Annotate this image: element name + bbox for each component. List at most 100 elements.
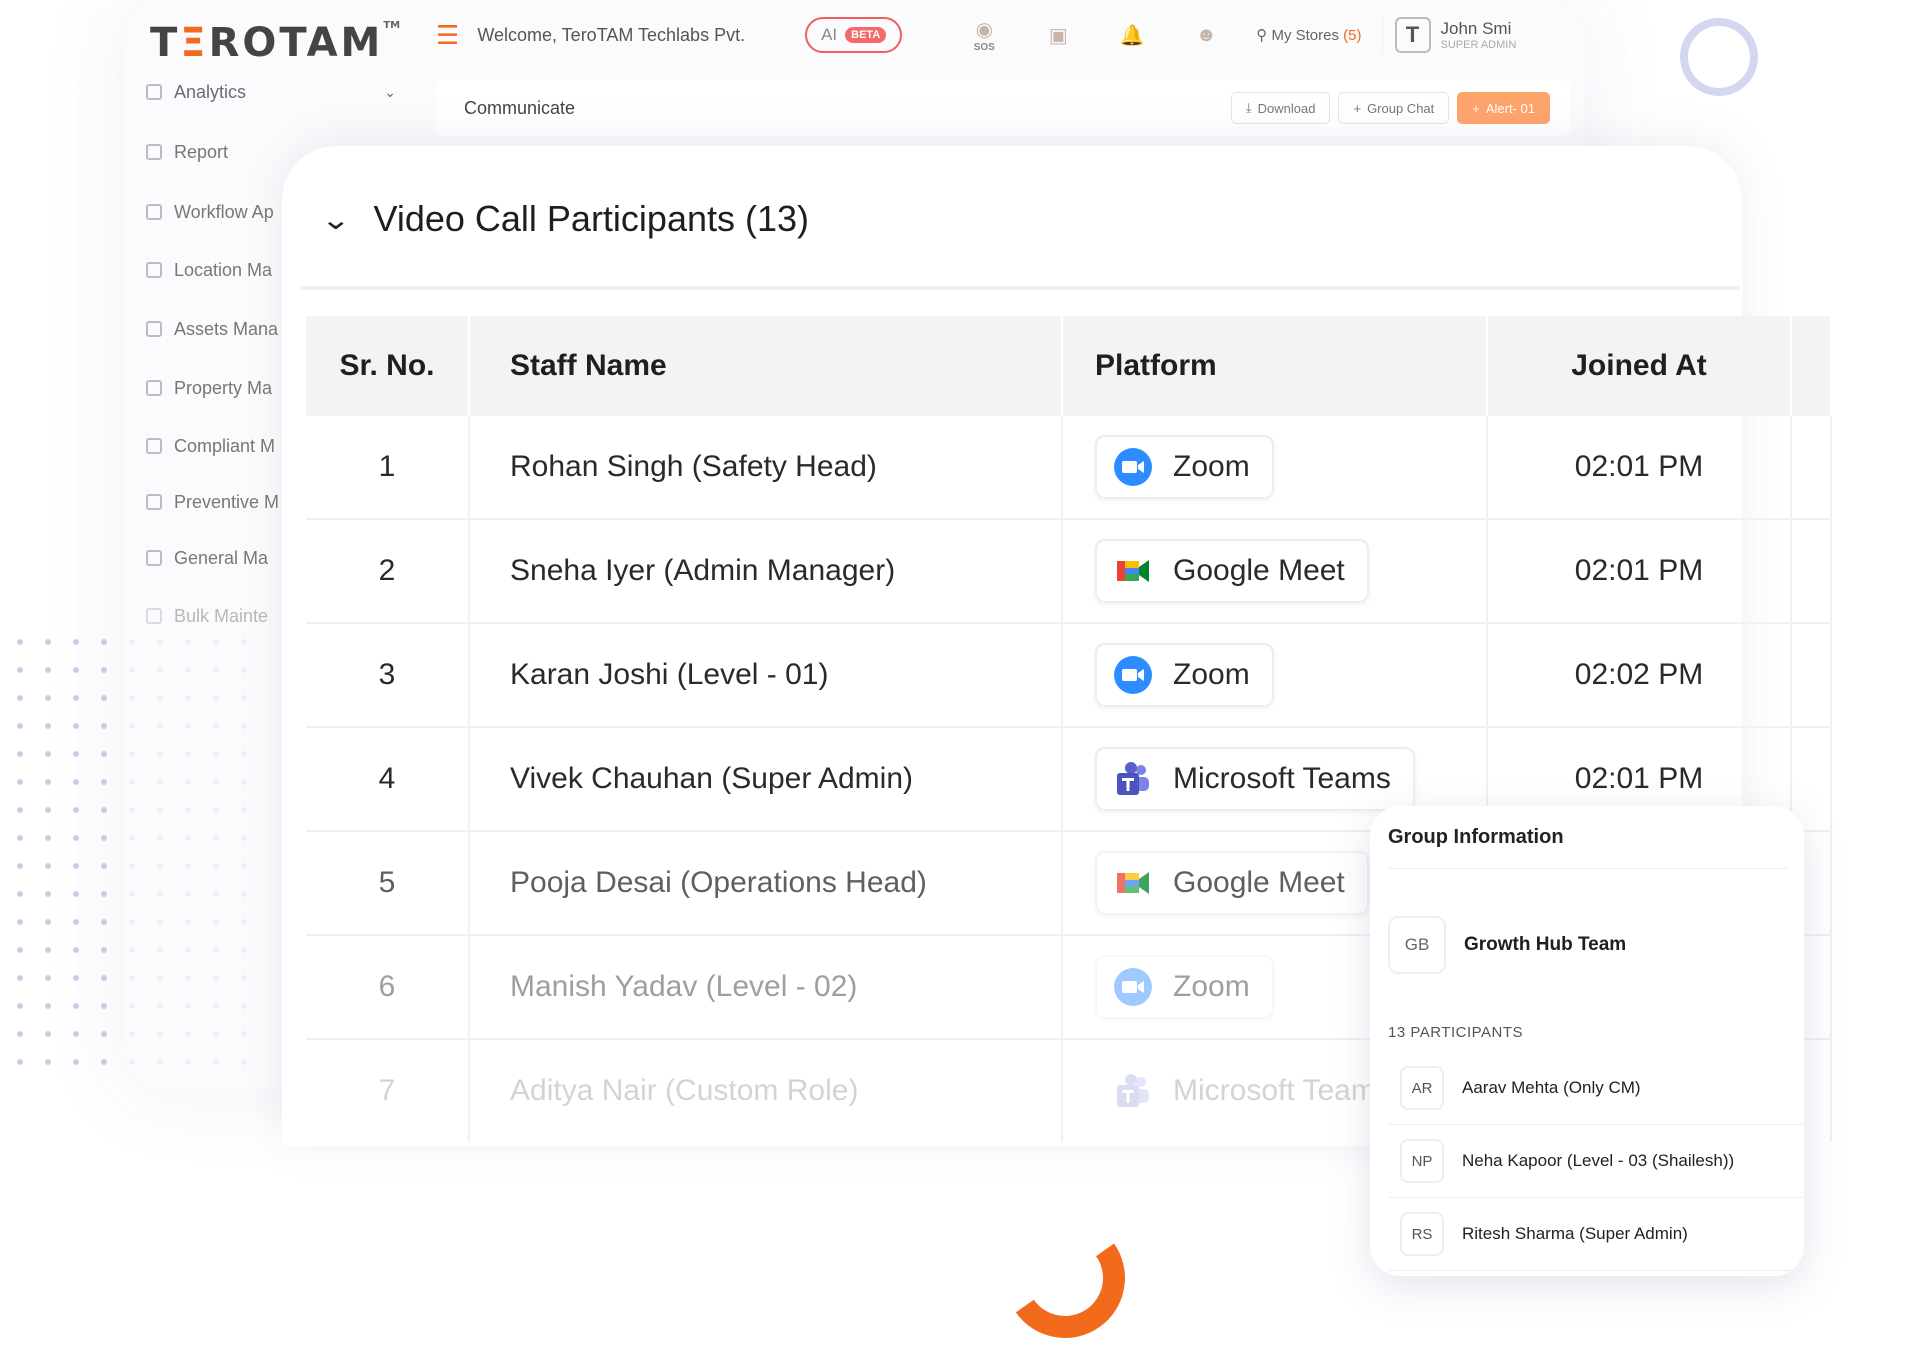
ai-beta-button[interactable]: AI BETA: [805, 17, 903, 53]
platform-chip: Microsoft Teams: [1095, 747, 1415, 811]
assets-icon: [146, 321, 162, 337]
sidebar-item-compliant[interactable]: Compliant M: [146, 432, 286, 460]
staff-name-cell: Rohan Singh (Safety Head): [469, 416, 1063, 520]
staff-name-cell: Sneha Iyer (Admin Manager): [469, 519, 1063, 624]
sidebar-item-report[interactable]: Report: [146, 138, 286, 166]
download-button[interactable]: ⤓ Download: [1230, 92, 1331, 124]
compliance-icon: [146, 438, 162, 454]
column-header-joined-at[interactable]: Joined At: [1487, 316, 1792, 416]
platform-chip: Google Meet: [1095, 851, 1369, 915]
platform-cell: Zoom: [1062, 416, 1488, 520]
avatar: NP: [1400, 1139, 1444, 1183]
list-item[interactable]: NP Neha Kapoor (Level - 03 (Shailesh)): [1388, 1125, 1804, 1198]
bulk-icon: [146, 608, 162, 624]
sidebar-item-preventive[interactable]: Preventive M: [146, 488, 286, 516]
participant-name: Neha Kapoor (Level - 03 (Shailesh)): [1462, 1151, 1735, 1170]
platform-chip: Microsoft Teams: [1095, 1059, 1415, 1123]
staff-name-cell: Aditya Nair (Custom Role): [469, 1039, 1063, 1142]
column-header-sr-no[interactable]: Sr. No.: [306, 316, 470, 416]
sidebar-item-bulk[interactable]: Bulk Mainte: [146, 602, 286, 630]
platform-chip: Zoom: [1095, 955, 1274, 1019]
section-title: Video Call Participants (13): [373, 198, 810, 239]
sos-icon[interactable]: ◉ SOS: [954, 17, 1014, 53]
platform-cell: Zoom: [1062, 623, 1488, 728]
divider: [1388, 868, 1788, 869]
my-stores-link[interactable]: ⚲ My Stores (5): [1256, 26, 1361, 44]
decorative-ring: [1680, 18, 1758, 96]
panel-title: Group Information: [1388, 826, 1564, 848]
table-row[interactable]: 2 Sneha Iyer (Admin Manager) Google Meet…: [306, 519, 1832, 624]
google-meet-icon: [1117, 560, 1149, 582]
download-icon: ⤓: [1245, 100, 1252, 115]
zoom-icon: [1114, 968, 1152, 1006]
property-icon: [146, 380, 162, 396]
column-header-extra: [1791, 316, 1832, 416]
team-avatar: GB: [1388, 916, 1446, 974]
preventive-icon: [146, 494, 162, 510]
sr-no-cell: 7: [306, 1039, 470, 1142]
participant-name: Aarav Mehta (Only CM): [1462, 1078, 1641, 1097]
sr-no-cell: 5: [306, 831, 470, 936]
participant-name: Ritesh Sharma (Super Admin): [1462, 1224, 1688, 1243]
avatar: AR: [1400, 1066, 1444, 1110]
team-name: Growth Hub Team: [1464, 934, 1627, 955]
location-pin-icon: ⚲: [1256, 27, 1268, 44]
participants-section-header[interactable]: ⌄ Video Call Participants (13): [320, 198, 810, 240]
alert-button[interactable]: + Alert- 01: [1457, 92, 1550, 124]
chart-icon: [146, 84, 162, 100]
platform-chip: Zoom: [1095, 643, 1274, 707]
sidebar-item-general[interactable]: General Ma: [146, 544, 286, 572]
sidebar-item-analytics[interactable]: Analytics ⌄: [146, 78, 396, 106]
group-information-panel: Group Information GB Growth Hub Team 13 …: [1370, 806, 1804, 1276]
microsoft-teams-icon: [1117, 762, 1149, 795]
user-menu[interactable]: T John Smi SUPER ADMIN: [1381, 17, 1521, 53]
column-header-staff-name[interactable]: Staff Name: [469, 316, 1063, 416]
general-icon: [146, 550, 162, 566]
sidebar-item-workflow[interactable]: Workflow Ap: [146, 198, 286, 226]
staff-name-cell: Pooja Desai (Operations Head): [469, 831, 1063, 936]
user-avatar: T: [1394, 17, 1431, 53]
staff-name-cell: Manish Yadav (Level - 02): [469, 935, 1063, 1040]
communicate-header: Communicate ⤓ Download + Group Chat + Alert…: [436, 80, 1570, 136]
decorative-orange-arc: [995, 1208, 1135, 1348]
beta-badge: BETA: [845, 27, 887, 43]
table-row[interactable]: 1 Rohan Singh (Safety Head) Zoom 02:01 P…: [306, 416, 1832, 520]
sr-no-cell: 4: [306, 727, 470, 832]
joined-at-cell: 02:02 PM: [1487, 623, 1792, 728]
top-bar: ☰ Welcome, TeroTAM Techlabs Pvt. AI BETA…: [436, 12, 1521, 58]
plus-icon: +: [1472, 100, 1480, 116]
list-item[interactable]: AR Aarav Mehta (Only CM): [1388, 1052, 1804, 1125]
bell-icon[interactable]: 🔔: [1102, 23, 1162, 48]
list-item[interactable]: RS Ritesh Sharma (Super Admin): [1388, 1198, 1804, 1271]
page-title: Communicate: [464, 98, 576, 118]
sr-no-cell: 1: [306, 416, 470, 520]
microsoft-teams-icon: [1117, 1074, 1149, 1107]
group-team[interactable]: GB Growth Hub Team: [1388, 916, 1626, 974]
location-pin-icon: [146, 262, 162, 278]
report-icon: [146, 144, 162, 160]
sr-no-cell: 2: [306, 519, 470, 624]
sidebar-item-assets[interactable]: Assets Mana: [146, 315, 286, 343]
staff-name-cell: Vivek Chauhan (Super Admin): [469, 727, 1063, 832]
staff-name-cell: Karan Joshi (Level - 01): [469, 623, 1063, 728]
user-role: SUPER ADMIN: [1440, 39, 1517, 51]
chevron-down-icon[interactable]: ⌄: [320, 203, 351, 236]
google-meet-icon: [1117, 872, 1149, 894]
user-name: John Smi: [1440, 19, 1512, 38]
profile-icon[interactable]: ☻: [1176, 24, 1236, 47]
platform-cell: Google Meet: [1062, 519, 1488, 624]
column-header-platform[interactable]: Platform: [1062, 316, 1488, 416]
sr-no-cell: 3: [306, 623, 470, 728]
menu-toggle-icon[interactable]: ☰: [436, 20, 459, 51]
camera-icon[interactable]: ▣: [1028, 23, 1088, 48]
group-chat-button[interactable]: + Group Chat: [1338, 92, 1450, 124]
participants-count: 13 PARTICIPANTS: [1388, 1024, 1524, 1041]
table-header-row: Sr. No. Staff Name Platform Joined At: [306, 316, 1832, 416]
platform-chip: Google Meet: [1095, 539, 1369, 603]
sidebar-item-location[interactable]: Location Ma: [146, 256, 286, 284]
zoom-icon: [1114, 448, 1152, 486]
workflow-icon: [146, 204, 162, 220]
table-row[interactable]: 3 Karan Joshi (Level - 01) Zoom 02:02 PM: [306, 623, 1832, 728]
sidebar-item-property[interactable]: Property Ma: [146, 374, 286, 402]
avatar: RS: [1400, 1212, 1444, 1256]
